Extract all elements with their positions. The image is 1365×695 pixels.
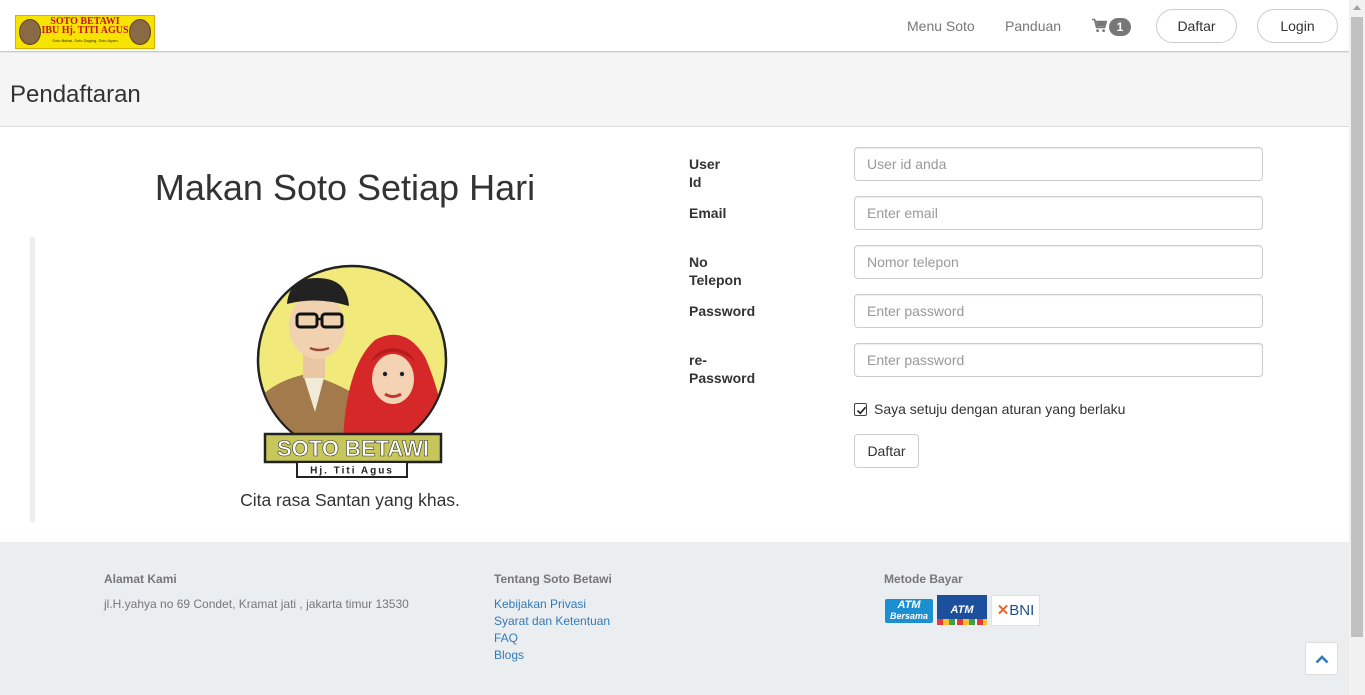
brand-line3: Soto Babat, Soto Daging, Soto Ayam — [52, 38, 118, 43]
repassword-input[interactable] — [854, 343, 1263, 377]
page-header: Pendaftaran — [0, 53, 1349, 127]
logo-title: SOTO BETAWI — [277, 436, 429, 461]
nav-panduan[interactable]: Panduan — [1005, 17, 1061, 35]
scroll-to-top-button[interactable] — [1305, 642, 1338, 675]
phone-label: No Telepon — [689, 254, 742, 288]
vertical-scrollbar[interactable] — [1349, 0, 1365, 695]
agree-checkbox[interactable] — [854, 403, 867, 416]
footer-address: jl.H.yahya no 69 Condet, Kramat jati , j… — [104, 597, 409, 611]
footer-address-heading: Alamat Kami — [104, 572, 177, 586]
footer-link-privacy[interactable]: Kebijakan Privasi — [494, 597, 586, 611]
userid-input[interactable] — [854, 147, 1263, 181]
submit-register-button[interactable]: Daftar — [854, 434, 919, 468]
atm-bersama-bottom: Bersama — [889, 611, 929, 621]
bni-mark-icon: ✕ — [996, 602, 1010, 619]
atm-bersama-logo: ATM Bersama — [885, 599, 933, 623]
footer-link-faq[interactable]: FAQ — [494, 631, 518, 645]
register-button[interactable]: Daftar — [1156, 9, 1237, 43]
email-label: Email — [689, 205, 727, 221]
hero-blockquote: SOTO BETAWI Hj. Titi Agus Cita rasa Sant… — [30, 237, 660, 522]
logo-subtitle: Hj. Titi Agus — [310, 466, 394, 477]
email-input[interactable] — [854, 196, 1263, 230]
bni-label: BNI — [1009, 602, 1035, 619]
nav-menu-soto[interactable]: Menu Soto — [907, 17, 975, 35]
atm-bersama-top: ATM — [897, 599, 921, 611]
footer-payment-heading: Metode Bayar — [884, 572, 963, 586]
phone-input[interactable] — [854, 245, 1263, 279]
password-input[interactable] — [854, 294, 1263, 328]
checkmark-icon — [856, 406, 867, 415]
cart-button[interactable]: 1 — [1092, 18, 1132, 36]
brand-line2: IBU Hj. TITI AGUS — [41, 25, 129, 36]
page-title: Pendaftaran — [10, 81, 141, 108]
brand-logo[interactable]: SOTO BETAWI IBU Hj. TITI AGUS Soto Babat… — [15, 15, 155, 49]
hero-title: Makan Soto Setiap Hari — [154, 167, 536, 208]
atm-stripe — [937, 619, 987, 625]
atm-logo: ATM — [937, 595, 987, 625]
login-button[interactable]: Login — [1257, 9, 1338, 43]
footer-link-terms[interactable]: Syarat dan Ketentuan — [494, 614, 610, 628]
bni-logo: ✕BNI — [991, 595, 1040, 626]
shopping-cart-icon — [1092, 18, 1107, 32]
userid-label: User Id — [689, 156, 721, 190]
soto-betawi-logo: SOTO BETAWI Hj. Titi Agus — [256, 264, 448, 478]
footer: Alamat Kami jl.H.yahya no 69 Condet, Kra… — [0, 542, 1349, 695]
hero-tagline: Cita rasa Santan yang khas. — [240, 490, 460, 510]
password-label: Password — [689, 303, 756, 319]
top-navbar: SOTO BETAWI IBU Hj. TITI AGUS Soto Babat… — [0, 0, 1349, 52]
atm-label: ATM — [950, 604, 974, 616]
repassword-label: re-Password — [689, 352, 756, 386]
footer-about-heading: Tentang Soto Betawi — [494, 572, 612, 586]
footer-link-blogs[interactable]: Blogs — [494, 648, 524, 662]
scroll-up-arrow-icon[interactable] — [1353, 5, 1361, 10]
cart-count-badge: 1 — [1109, 18, 1131, 36]
scrollbar-thumb[interactable] — [1351, 17, 1363, 637]
chevron-up-icon — [1315, 655, 1329, 664]
agree-label[interactable]: Saya setuju dengan aturan yang berlaku — [874, 400, 1125, 418]
